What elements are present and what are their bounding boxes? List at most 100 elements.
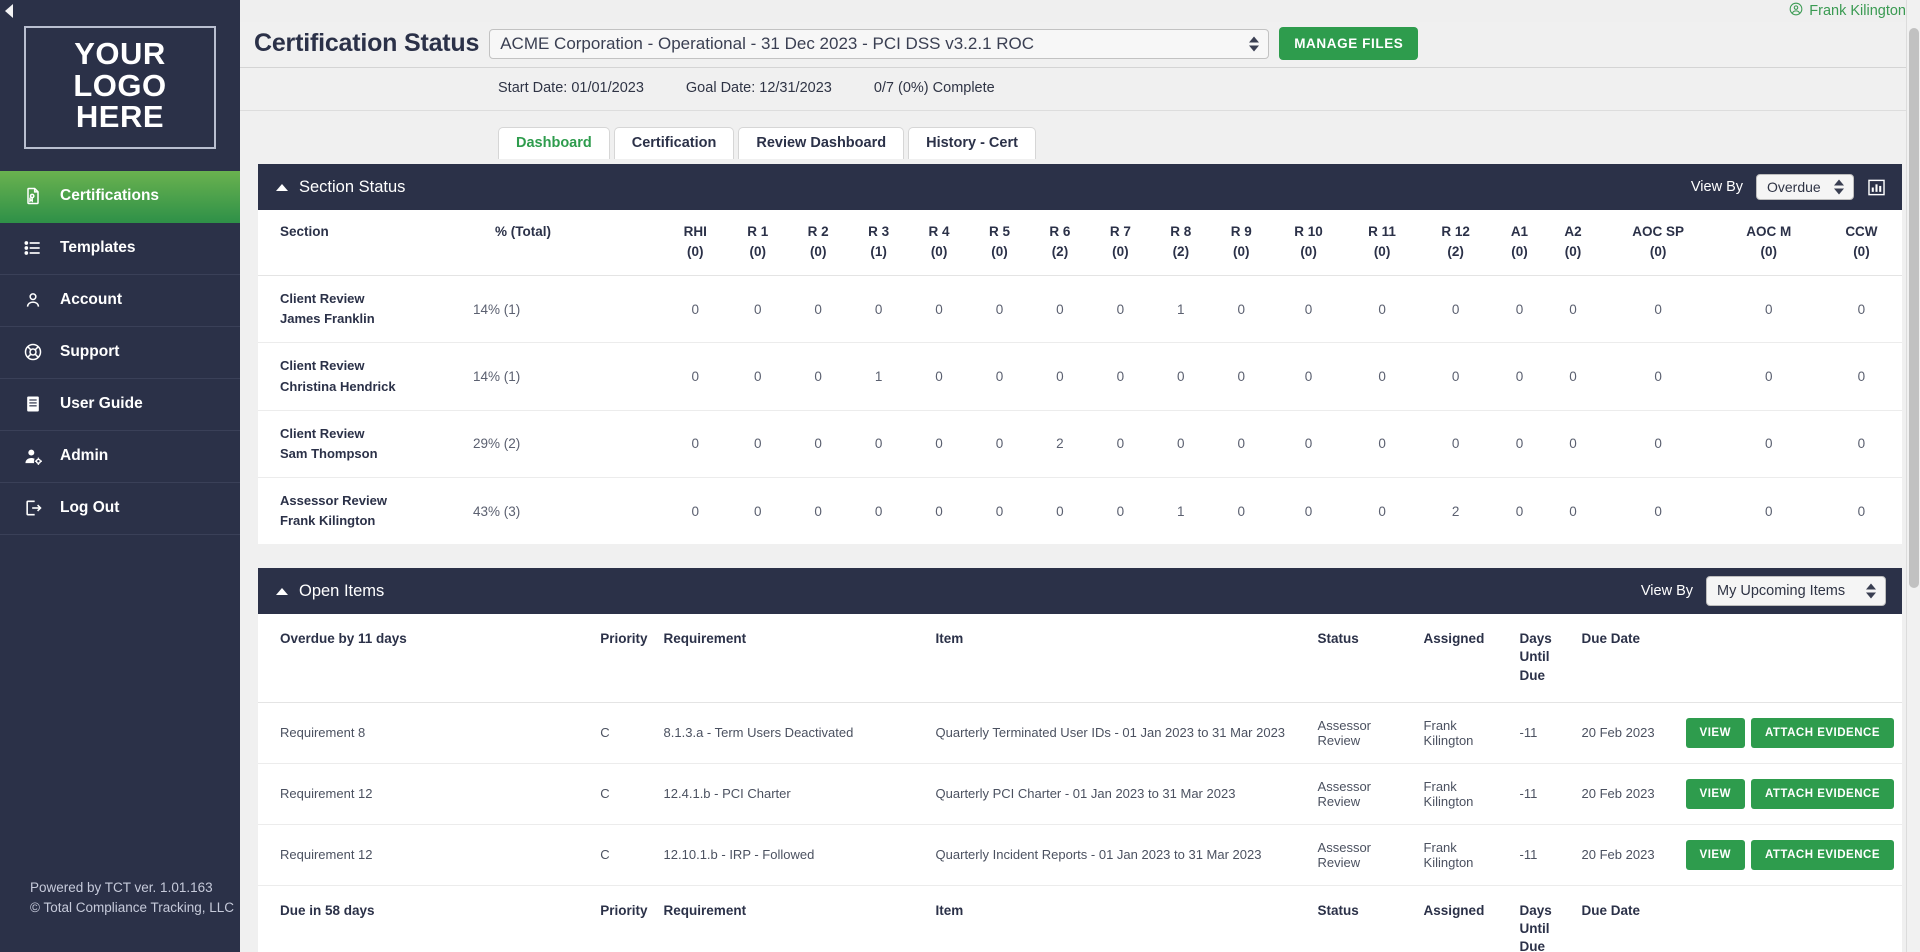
- col-due-date: Due Date: [1573, 884, 1678, 952]
- attach-evidence-button[interactable]: ATTACH EVIDENCE: [1750, 839, 1894, 870]
- col-a1: A1 (0): [1492, 210, 1547, 277]
- sidebar-item-label: Account: [60, 291, 122, 309]
- col-item: Item: [927, 614, 1310, 703]
- col-r2: R 2 (0): [787, 210, 849, 277]
- manage-files-button[interactable]: MANAGE FILES: [1279, 27, 1419, 60]
- sidebar-item-label: Log Out: [60, 499, 120, 517]
- table-row: Client Review James Franklin 14% (1) 0 0 …: [258, 275, 1902, 344]
- view-button[interactable]: VIEW: [1685, 717, 1745, 748]
- cell: 0: [1271, 410, 1346, 478]
- requirement-group: Requirement 12: [258, 824, 593, 886]
- cell: 0: [663, 275, 728, 344]
- table-row: Client Review Sam Thompson 29% (2) 0 0 0 …: [258, 410, 1902, 478]
- row-section: Assessor Review Frank Kilington: [280, 492, 387, 529]
- tab-review-dashboard[interactable]: Review Dashboard: [738, 127, 905, 159]
- cell: 0: [1569, 503, 1577, 519]
- col-r9: R 9 (0): [1211, 210, 1272, 277]
- bar-chart-icon[interactable]: [1867, 178, 1886, 197]
- section-status-header: Section Status View By Overdue: [258, 164, 1902, 210]
- open-items-table: Overdue by 11 days Priority Requirement …: [258, 614, 1902, 952]
- cell: 0: [1546, 342, 1600, 411]
- cell: 0: [727, 410, 788, 478]
- cell: 0: [908, 410, 970, 478]
- view-button[interactable]: VIEW: [1685, 778, 1745, 809]
- cell: 0: [814, 503, 822, 519]
- cell: 0: [1857, 503, 1866, 519]
- col-section: Section: [258, 210, 473, 277]
- cell: 0: [1090, 410, 1151, 478]
- book-icon: [22, 393, 44, 415]
- user-menu[interactable]: Frank Kilington: [1789, 2, 1906, 20]
- section-status-title-group[interactable]: Section Status: [276, 178, 405, 197]
- chevron-up-icon[interactable]: [276, 587, 288, 595]
- scrollbar-thumb[interactable]: [1909, 28, 1919, 588]
- section-view-by-select[interactable]: Overdue: [1756, 174, 1854, 200]
- row-percent: 14% (1): [473, 275, 663, 344]
- select-stepper-icon: [1249, 36, 1260, 51]
- cell: 0: [1345, 275, 1419, 344]
- attach-evidence-button[interactable]: ATTACH EVIDENCE: [1750, 717, 1894, 748]
- col-aoc-sp: AOC SP (0): [1599, 210, 1717, 277]
- open-items-view-by-label: View By: [1640, 583, 1693, 600]
- view-button[interactable]: VIEW: [1685, 839, 1745, 870]
- sidebar-item-certifications[interactable]: Certifications: [0, 170, 240, 223]
- logo-line-2: LOGO: [73, 67, 167, 103]
- col-a2: A2 (0): [1546, 210, 1600, 277]
- open-items-title-group[interactable]: Open Items: [276, 582, 384, 601]
- tab-dashboard[interactable]: Dashboard: [498, 127, 610, 159]
- select-stepper-icon: [1834, 179, 1844, 195]
- tab-bar: Dashboard Certification Review Dashboard…: [240, 111, 1920, 159]
- sidebar-item-admin[interactable]: Admin: [0, 431, 240, 483]
- page-scrollbar[interactable]: [1906, 0, 1920, 952]
- cell: 0: [1716, 342, 1821, 411]
- tab-history-cert[interactable]: History - Cert: [908, 127, 1036, 159]
- col-actions: [1677, 614, 1902, 703]
- days-until-due: -11: [1511, 763, 1574, 825]
- cell: 0: [727, 342, 788, 411]
- list-icon: [22, 237, 44, 259]
- certification-select[interactable]: ACME Corporation - Operational - 31 Dec …: [489, 28, 1270, 59]
- item: Quarterly Incident Reports - 01 Jan 2023…: [927, 824, 1310, 886]
- cell: 0: [1546, 410, 1600, 478]
- cell: 0: [969, 342, 1030, 411]
- open-items-header: Open Items View By My Upcoming Items: [258, 568, 1902, 615]
- sidebar-item-templates[interactable]: Templates: [0, 223, 240, 275]
- row-percent: 14% (1): [473, 342, 663, 411]
- cell: 0: [1271, 342, 1346, 411]
- sidebar-item-label: User Guide: [60, 395, 143, 413]
- sidebar-item-log-out[interactable]: Log Out: [0, 483, 240, 535]
- cell: 0: [1304, 503, 1313, 519]
- days-until-due: -11: [1511, 824, 1574, 886]
- top-user-bar: Frank Kilington: [240, 0, 1920, 22]
- col-r7: R 7 (0): [1090, 210, 1151, 277]
- attach-evidence-button[interactable]: ATTACH EVIDENCE: [1750, 778, 1894, 809]
- col-status: Status: [1309, 884, 1416, 952]
- requirement: 12.10.1.b - IRP - Followed: [655, 824, 928, 886]
- row-actions: VIEW ATTACH EVIDENCE: [1677, 824, 1902, 886]
- cell: 0: [1820, 275, 1902, 344]
- cell: 0: [848, 275, 909, 344]
- sidebar-item-account[interactable]: Account: [0, 275, 240, 327]
- row-section: Client Review Christina Hendrick: [258, 342, 473, 411]
- cell: 0: [1090, 342, 1151, 411]
- cell: 0: [787, 342, 849, 411]
- chevron-up-icon[interactable]: [276, 183, 288, 191]
- page-header: Certification Status ACME Corporation - …: [240, 22, 1920, 68]
- open-items-view-by-select[interactable]: My Upcoming Items: [1706, 576, 1886, 607]
- sidebar-item-support[interactable]: Support: [0, 327, 240, 379]
- goal-date: Goal Date: 12/31/2023: [685, 80, 832, 96]
- cell: 0: [1211, 342, 1272, 411]
- sidebar-item-user-guide[interactable]: User Guide: [0, 379, 240, 431]
- sidebar-item-label: Templates: [60, 239, 136, 257]
- tab-certification[interactable]: Certification: [613, 127, 735, 159]
- cell: 0: [1150, 342, 1212, 411]
- col-aoc-m: AOC M (0): [1716, 210, 1821, 277]
- cell: 0: [908, 342, 970, 411]
- sidebar-collapse-icon[interactable]: [5, 4, 13, 18]
- main-area: Frank Kilington Certification Status ACM…: [240, 0, 1920, 952]
- dashboard-content: Section Status View By Overdue Section %…: [240, 164, 1920, 952]
- assigned: Frank Kilington: [1415, 824, 1512, 886]
- cell: 0: [1418, 342, 1493, 411]
- group-header-row: Due in 58 days Priority Requirement Item…: [258, 884, 1902, 952]
- cell: 0: [1211, 410, 1272, 478]
